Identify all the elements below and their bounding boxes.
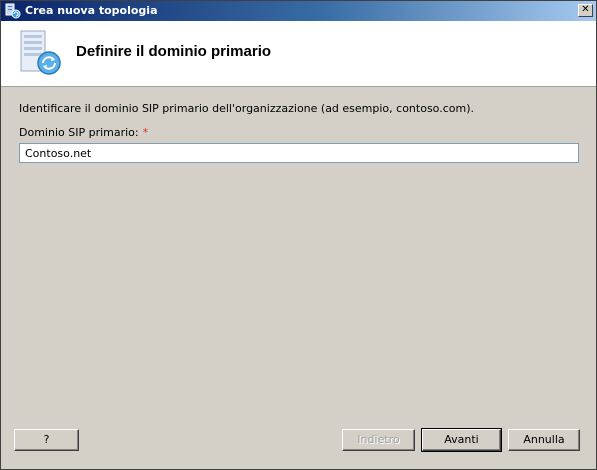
cancel-button[interactable]: Annulla	[508, 429, 580, 451]
window-title: Crea nuova topologia	[25, 4, 158, 17]
title-bar[interactable]: Crea nuova topologia ✕	[1, 1, 596, 21]
close-button[interactable]: ✕	[578, 4, 593, 17]
topology-app-icon	[5, 3, 21, 19]
instruction-text: Identificare il dominio SIP primario del…	[19, 102, 474, 115]
close-icon: ✕	[581, 4, 590, 15]
sip-domain-label: Dominio SIP primario: *	[19, 126, 148, 139]
back-button[interactable]: Indietro	[342, 429, 415, 451]
dialog-window: Crea nuova topologia ✕ Definire il domin…	[0, 0, 597, 470]
sip-domain-label-text: Dominio SIP primario:	[19, 126, 139, 139]
help-button[interactable]: ?	[14, 429, 79, 451]
sip-domain-input[interactable]	[19, 143, 579, 163]
wizard-header: Definire il dominio primario	[1, 21, 596, 87]
next-button[interactable]: Avanti	[421, 428, 502, 452]
server-sync-icon	[20, 30, 61, 75]
required-marker: *	[142, 126, 149, 139]
page-title: Definire il dominio primario	[76, 43, 272, 60]
